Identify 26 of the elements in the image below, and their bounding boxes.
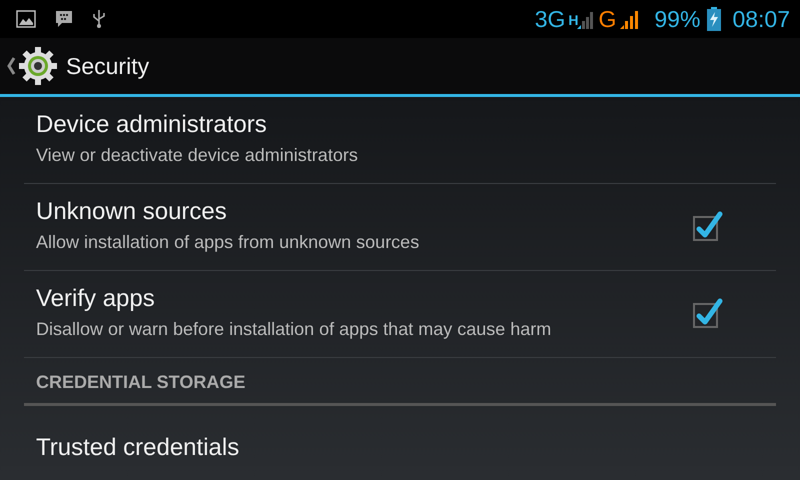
settings-item[interactable]: Device administrators View or deactivate device administrators: [24, 97, 776, 184]
item-summary: View or deactivate device administrators: [36, 144, 359, 167]
settings-item[interactable]: Trusted credentials: [24, 406, 776, 480]
usb-icon: [92, 9, 106, 29]
battery-charging-icon: [707, 7, 722, 31]
screen-title: Security: [66, 52, 150, 80]
clock: 08:07: [732, 6, 790, 32]
chat-icon: [54, 9, 74, 29]
item-title: Unknown sources: [36, 198, 228, 226]
item-title: Trusted credentials: [36, 434, 240, 462]
checkbox[interactable]: [692, 210, 724, 242]
item-summary: Disallow or warn before installation of apps that may cause harm: [36, 318, 552, 341]
section-header: CREDENTIAL STORAGE: [24, 358, 776, 406]
picture-icon: [16, 10, 36, 28]
item-title: Device administrators: [36, 111, 268, 139]
network-label: H: [568, 12, 578, 28]
network-type: G: [598, 6, 616, 32]
item-title: Verify apps: [36, 285, 156, 313]
item-summary: Allow installation of apps from unknown sources: [36, 231, 420, 254]
settings-item[interactable]: Unknown sources Allow installation of apps from unknown sources: [24, 184, 776, 271]
network-type: 3G: [534, 6, 566, 32]
battery-percent: 99%: [654, 6, 700, 32]
checkbox[interactable]: [692, 297, 724, 329]
settings-item[interactable]: Verify apps Disallow or warn before installation of apps that may cause harm: [24, 271, 776, 358]
gear-icon: [18, 46, 58, 86]
back-caret-icon: [6, 56, 16, 76]
